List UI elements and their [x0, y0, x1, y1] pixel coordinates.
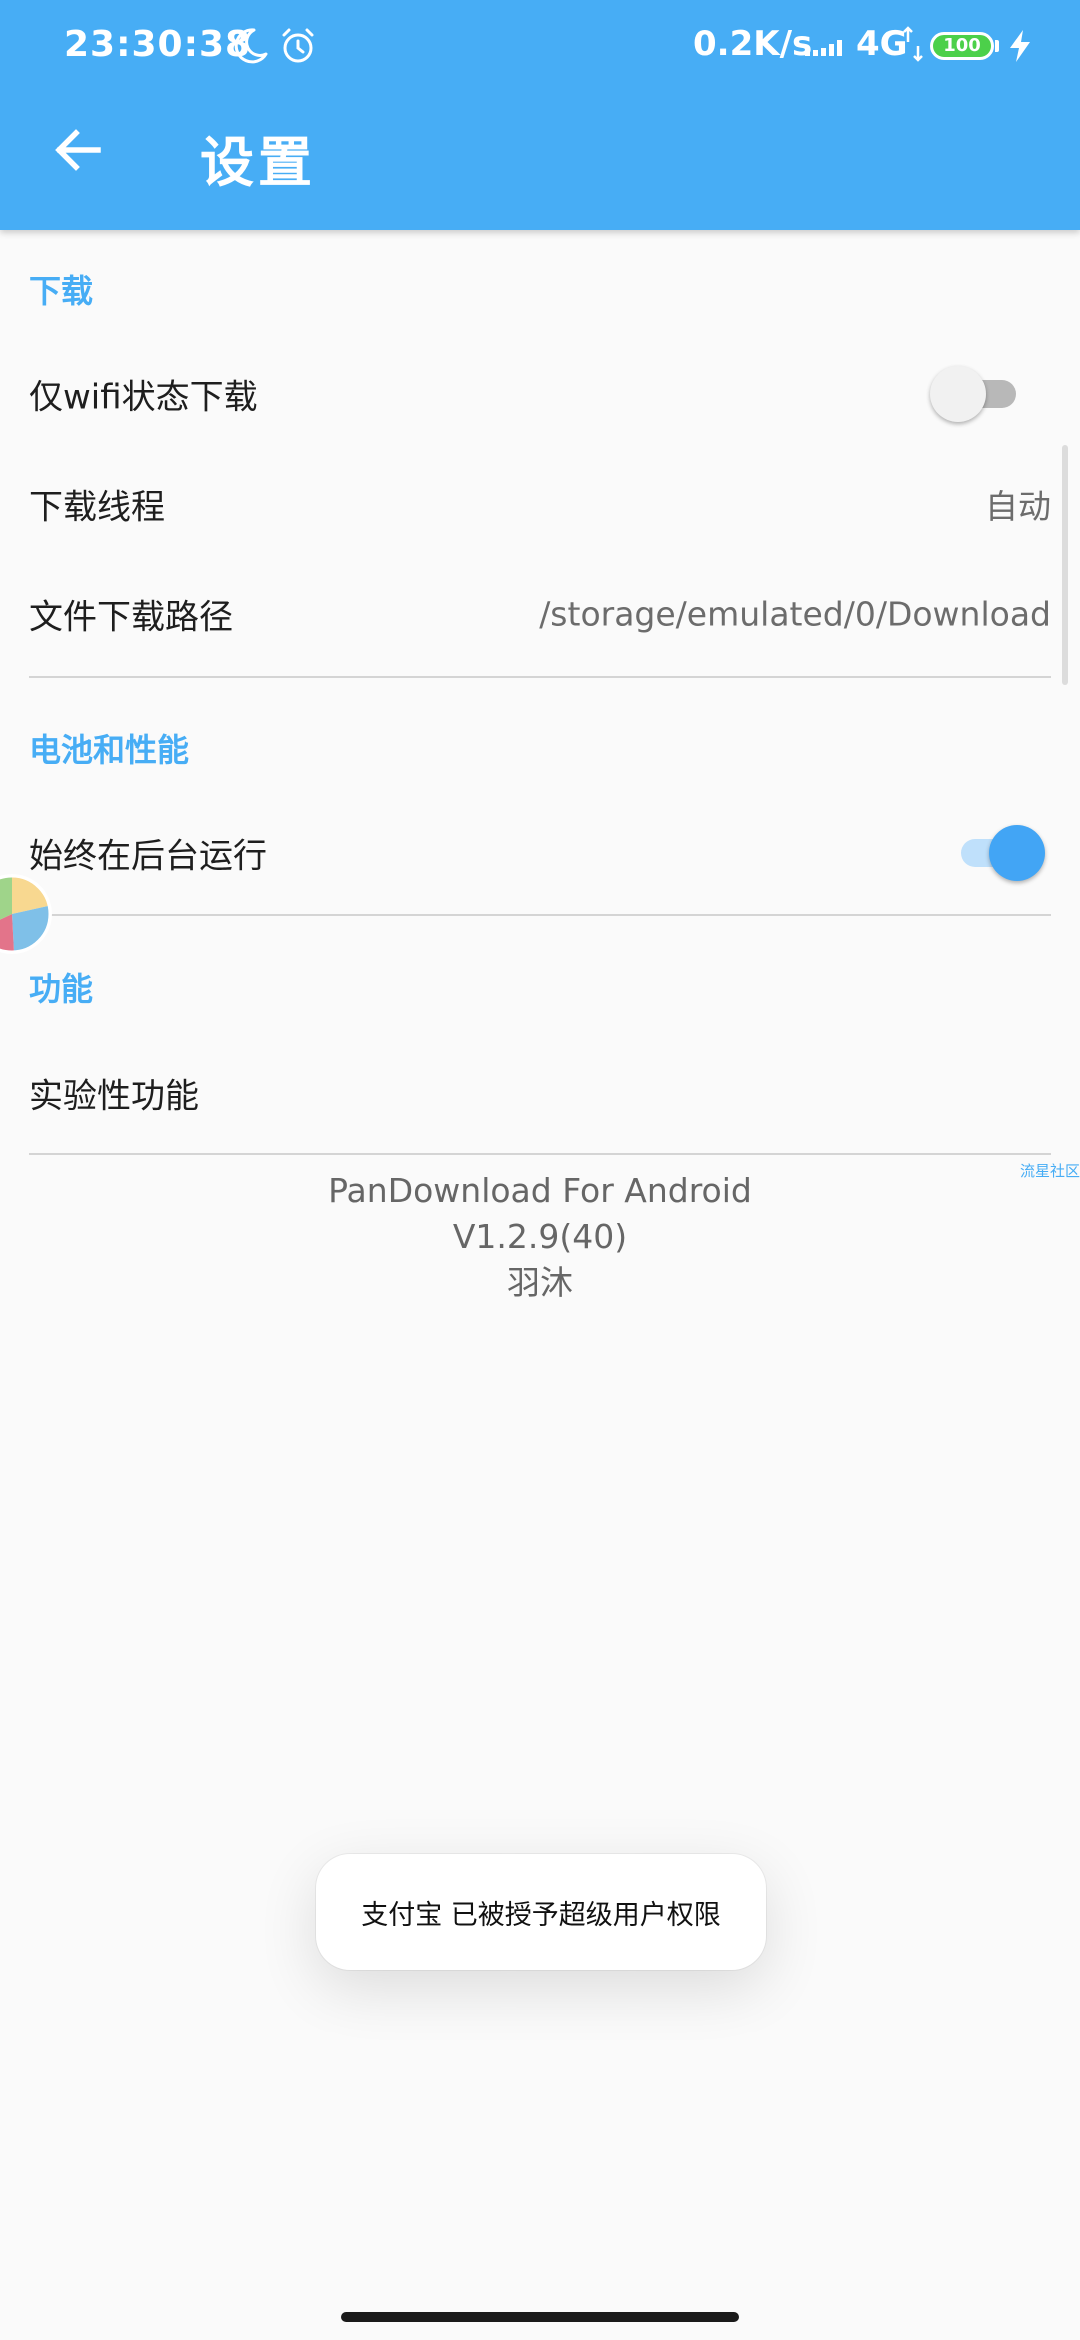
setting-background-run[interactable]: 始终在后台运行 [0, 798, 1080, 908]
section-divider [29, 676, 1051, 678]
network-type: 4G [856, 24, 908, 64]
back-button[interactable] [40, 112, 116, 188]
about-author: 羽沐 [507, 1263, 573, 1302]
setting-label: 下载线程 [29, 487, 165, 528]
net-speed: 0.2K/s [693, 24, 813, 64]
app-bar: 23:30:38 0.2K/s 4G 100 设置 [0, 0, 1080, 230]
page-title: 设置 [200, 131, 316, 194]
background-run-toggle[interactable] [955, 825, 1045, 881]
setting-label: 实验性功能 [29, 1076, 199, 1117]
about-info: PanDownload For Android V1.2.9(40) 羽沐 [0, 1168, 1080, 1306]
battery-tip [995, 40, 999, 52]
watermark-text: 流星社区 [1020, 1162, 1080, 1180]
section-header-download: 下载 [29, 272, 94, 310]
arrow-left-icon [55, 129, 101, 171]
setting-value: /storage/emulated/0/Download [539, 594, 1051, 634]
setting-label: 仅wifi状态下载 [29, 377, 258, 418]
setting-label: 始终在后台运行 [29, 836, 267, 877]
status-bar: 23:30:38 0.2K/s 4G 100 [0, 0, 1080, 95]
charging-icon [1010, 30, 1030, 62]
status-time: 23:30:38 [64, 24, 252, 65]
section-divider [29, 914, 1051, 916]
section-divider [29, 1153, 1051, 1155]
setting-label: 文件下载路径 [29, 597, 233, 638]
moon-icon [234, 28, 268, 64]
about-app-name: PanDownload For Android [328, 1171, 752, 1210]
alarm-icon [282, 28, 314, 63]
setting-download-threads[interactable]: 下载线程 自动 [0, 449, 1080, 559]
about-version: V1.2.9(40) [452, 1217, 628, 1256]
setting-download-path[interactable]: 文件下载路径 /storage/emulated/0/Download [0, 559, 1080, 669]
toggle-thumb [989, 825, 1045, 881]
data-arrows-icon [903, 26, 923, 62]
setting-experimental[interactable]: 实验性功能 [0, 1038, 1080, 1148]
toggle-thumb [930, 366, 986, 422]
scrollbar[interactable] [1062, 445, 1068, 685]
section-header-battery: 电池和性能 [29, 731, 190, 769]
toast-message: 支付宝 已被授予超级用户权限 [316, 1854, 766, 1970]
setting-value: 自动 [985, 487, 1051, 526]
floating-ball-icon[interactable] [0, 872, 54, 956]
battery-icon: 100 [930, 32, 994, 60]
section-header-features: 功能 [29, 970, 94, 1008]
wifi-only-toggle[interactable] [930, 366, 1020, 422]
signal-icon [805, 40, 842, 56]
setting-wifi-only[interactable]: 仅wifi状态下载 [0, 339, 1080, 449]
gesture-nav-handle[interactable] [341, 2312, 739, 2322]
